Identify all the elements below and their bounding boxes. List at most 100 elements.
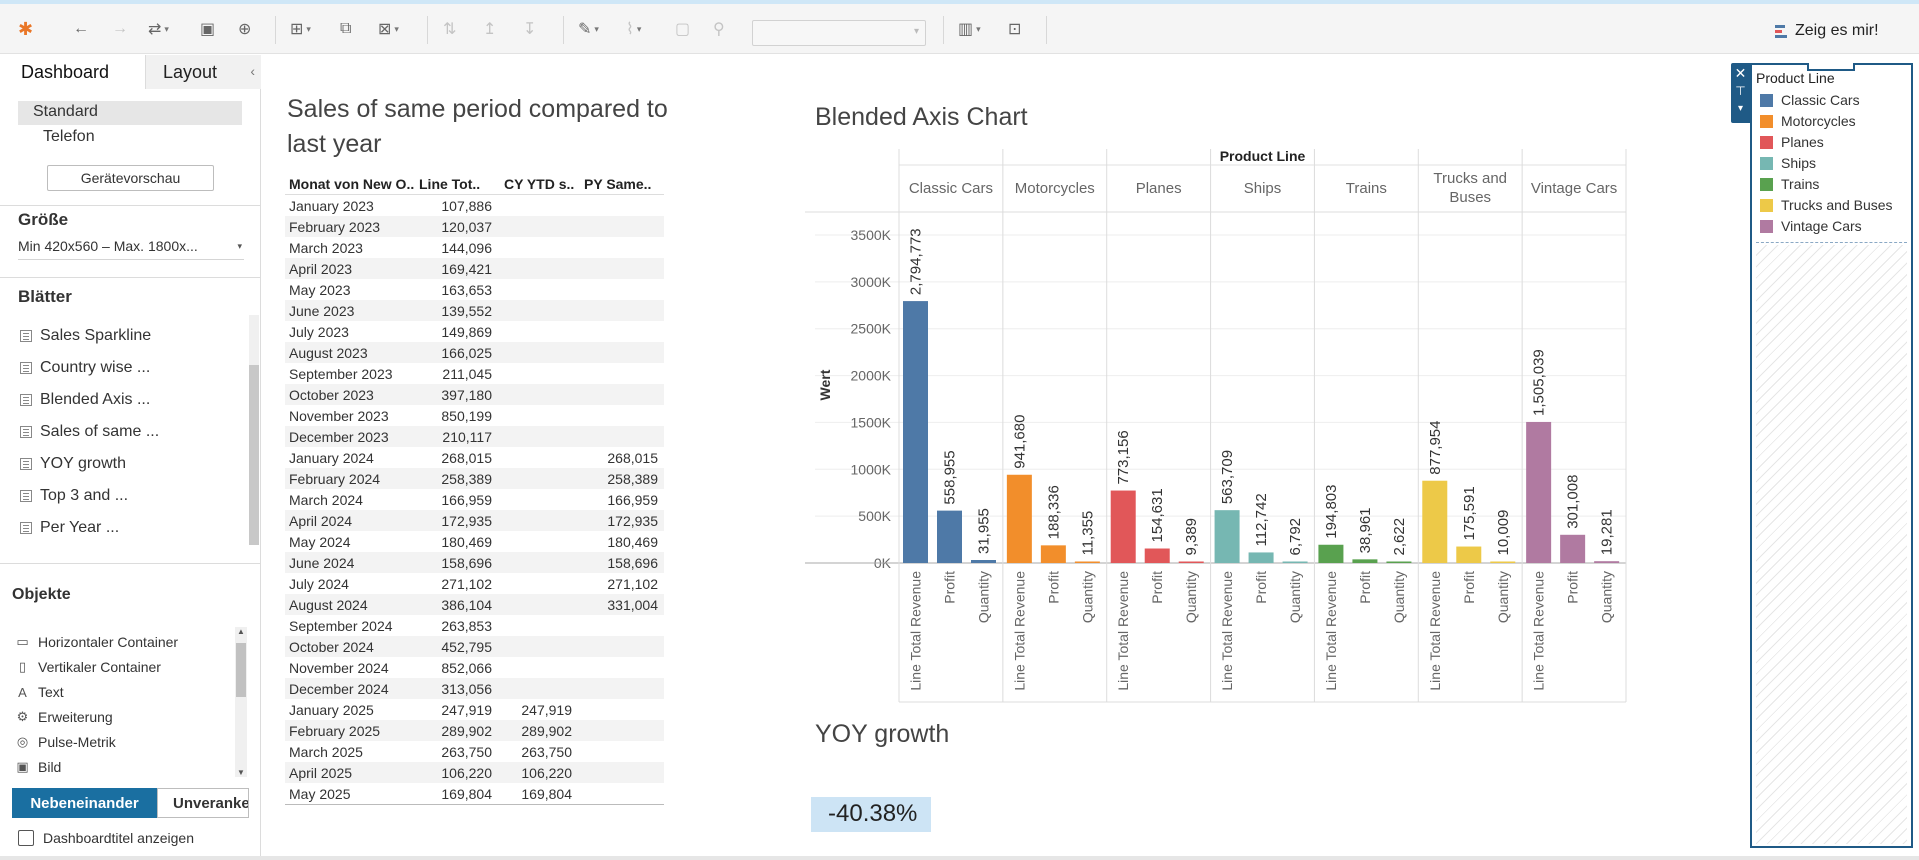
column-header[interactable]: PY Same.. [580,174,664,194]
highlight-icon[interactable]: ✎ ▾ [578,18,599,40]
redo-icon[interactable]: → [112,18,128,40]
presentation-icon[interactable]: ⊡ [1008,18,1021,40]
swap-icon[interactable]: ⇅ [443,18,456,40]
new-worksheet-icon[interactable]: ⊞ ▾ [290,18,311,40]
bar[interactable] [1490,561,1516,564]
sheet-item[interactable]: Top 3 and ... [20,487,128,505]
legend-item[interactable]: Trucks and Buses [1760,197,1893,213]
object-item[interactable]: ▣ Bild [15,759,61,775]
legend-item[interactable]: Trains [1760,176,1819,192]
device-preview-button[interactable]: Gerätevorschau [47,165,214,191]
legend-item[interactable]: Motorcycles [1760,113,1856,129]
bar[interactable] [1282,561,1308,564]
table-row[interactable]: March 2025 263,750 263,750 [285,741,664,762]
bar[interactable] [1248,552,1274,563]
object-item[interactable]: ◎ Pulse-Metrik [15,734,116,750]
table-row[interactable]: March 2023 144,096 [285,237,664,258]
show-me-button[interactable]: Zeig es mir! [1775,22,1879,40]
bar[interactable] [971,560,996,563]
object-item[interactable]: ⚙ Erweiterung [15,709,113,725]
bar[interactable] [1040,545,1066,563]
table-row[interactable]: August 2023 166,025 [285,342,664,363]
column-header[interactable]: Monat von New O.. [285,174,415,194]
table-row[interactable]: December 2023 210,117 [285,426,664,447]
column-header[interactable]: Line Tot.. [415,174,500,194]
scrollbar-thumb[interactable] [236,643,246,697]
floating-toggle[interactable]: Unverankert [157,788,249,818]
bar[interactable] [1110,490,1136,563]
duplicate-icon[interactable]: ⧉ [340,18,351,40]
device-standard[interactable]: Standard [18,101,242,125]
pin-icon[interactable]: ⊤ [1731,84,1750,98]
table-row[interactable]: May 2024 180,469 180,469 [285,531,664,552]
bar[interactable] [1214,510,1240,563]
show-title-checkbox[interactable]: Dashboardtitel anzeigen [18,830,194,846]
object-item[interactable]: ▭ Horizontaler Container [15,634,178,650]
table-row[interactable]: November 2023 850,199 [285,405,664,426]
table-row[interactable]: July 2024 271,102 271,102 [285,573,664,594]
bar[interactable] [1456,546,1482,563]
table-row[interactable]: March 2024 166,959 166,959 [285,489,664,510]
group-icon[interactable]: ⌇ ▾ [626,18,641,40]
tableau-logo-icon[interactable]: ✱ [18,18,33,40]
object-item[interactable]: ▯ Vertikaler Container [15,659,161,675]
table-row[interactable]: October 2024 452,795 [285,636,664,657]
size-select[interactable]: Min 420x560 – Max. 1800x... ▾ [18,238,244,260]
table-row[interactable]: January 2024 268,015 268,015 [285,447,664,468]
legend-item[interactable]: Classic Cars [1760,92,1860,108]
table-row[interactable]: January 2025 247,919 247,919 [285,699,664,720]
table-row[interactable]: September 2023 211,045 [285,363,664,384]
table-row[interactable]: September 2024 263,853 [285,615,664,636]
objects-scrollbar[interactable]: ▲ ▼ [235,627,247,777]
bar[interactable] [1386,561,1412,564]
table-row[interactable]: April 2025 106,220 106,220 [285,762,664,783]
checkbox[interactable] [18,830,34,846]
bottom-scrollbar[interactable] [0,856,1919,860]
table-row[interactable]: February 2024 258,389 258,389 [285,468,664,489]
close-icon[interactable]: ✕ [1731,65,1750,82]
bar[interactable] [937,510,962,563]
table-row[interactable]: April 2024 172,935 172,935 [285,510,664,531]
table-row[interactable]: February 2025 289,902 289,902 [285,720,664,741]
scroll-up-icon[interactable]: ▲ [235,627,247,636]
table-row[interactable]: October 2023 397,180 [285,384,664,405]
blended-axis-chart[interactable]: 3500K3000K2500K2000K1500K1000K500K0KWert… [805,140,1635,715]
legend-item[interactable]: Vintage Cars [1760,218,1862,234]
replay-icon[interactable]: ⇄ ▾ [148,18,169,40]
scroll-down-icon[interactable]: ▼ [235,768,247,777]
sheets-scrollbar[interactable] [249,315,259,545]
sheet-item[interactable]: Country wise ... [20,359,150,377]
object-item[interactable]: A Text [15,684,64,700]
sheet-item[interactable]: YOY growth [20,455,126,473]
table-row[interactable]: June 2023 139,552 [285,300,664,321]
table-row[interactable]: November 2024 852,066 [285,657,664,678]
bar[interactable] [1594,561,1620,563]
legend-item[interactable]: Ships [1760,155,1816,171]
sort-desc-icon[interactable]: ↧ [523,18,536,40]
bar[interactable] [903,301,928,563]
bar[interactable] [1422,480,1448,563]
column-header[interactable]: CY YTD s.. [500,174,580,194]
tab-dashboard[interactable]: Dashboard [0,55,145,89]
product-line-legend[interactable]: Product Line Classic Cars Motorcycles Plan… [1750,63,1913,848]
sheet-item[interactable]: Blended Axis ... [20,391,150,409]
bar[interactable] [1144,548,1170,563]
label-icon[interactable]: ▢ [675,18,690,40]
tab-layout[interactable]: Layout ‹ [145,55,261,89]
undo-icon[interactable]: ← [73,18,89,40]
sort-asc-icon[interactable]: ↥ [483,18,496,40]
table-row[interactable]: April 2023 169,421 [285,258,664,279]
more-options-icon[interactable]: ▾ [1731,103,1750,114]
table-row[interactable]: July 2023 149,869 [285,321,664,342]
save-icon[interactable]: ▣ [200,18,215,40]
device-phone[interactable]: Telefon [43,128,95,146]
tiled-toggle[interactable]: Nebeneinander [12,788,157,818]
bar[interactable] [1526,421,1552,563]
table-row[interactable]: May 2025 169,804 169,804 [285,783,664,804]
bar[interactable] [1074,561,1100,564]
table-row[interactable]: August 2024 386,104 331,004 [285,594,664,615]
clear-icon[interactable]: ⊠ ▾ [378,18,399,40]
table-row[interactable]: December 2024 313,056 [285,678,664,699]
table-row[interactable]: May 2023 163,653 [285,279,664,300]
fit-select[interactable]: ▾ [752,20,926,46]
